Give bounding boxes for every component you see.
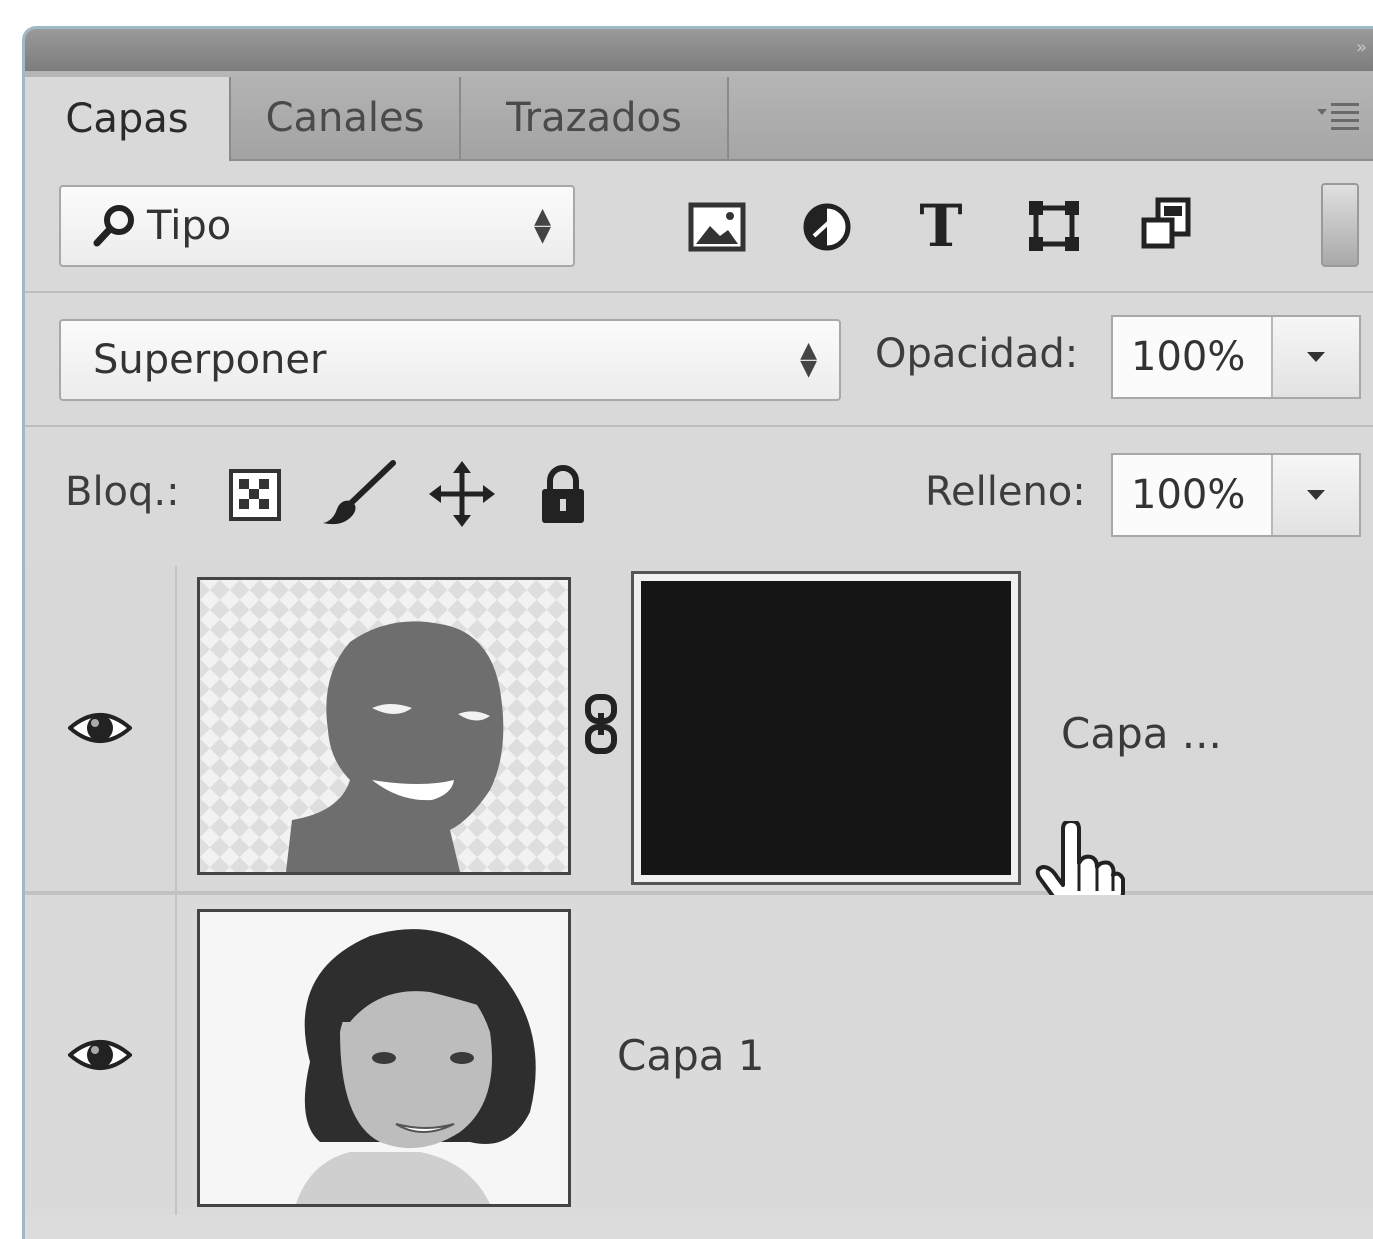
tab-trazados-label: Trazados [506,95,682,141]
filter-kind-select[interactable]: Tipo ▲ ▼ [59,185,575,267]
chevron-down-icon [1307,352,1325,362]
eye-icon [68,713,132,743]
layer-mask-frame [631,571,1021,885]
lock-row: Bloq.: Relleno: 100% [25,427,1373,567]
layers-panel: » Capas Canales Trazados Tipo ▲ ▼ T Supe… [22,26,1373,1239]
layer-row[interactable]: Capa 1 [25,895,1373,1215]
fill-field[interactable]: 100% [1111,453,1361,537]
eye-icon [68,1040,132,1070]
lock-position-icon[interactable] [427,459,497,529]
filter-row: Tipo ▲ ▼ T [25,161,1373,293]
layer-thumbnail[interactable] [197,909,571,1207]
opacity-dropdown-button[interactable] [1271,317,1359,397]
filter-kind-value: Tipo [147,203,232,249]
panel-title-bar[interactable]: » [25,29,1373,71]
search-icon [93,205,134,247]
lock-all-icon[interactable] [535,459,591,529]
smart-object-filter-icon[interactable] [1135,193,1197,255]
tab-canales-label: Canales [265,95,425,141]
blend-mode-value: Superponer [93,337,327,383]
tab-trazados[interactable]: Trazados [461,77,729,159]
opacity-label: Opacidad: [875,331,1079,377]
spinner-icon: ▲ ▼ [534,204,551,247]
blend-row: Superponer ▲ ▼ Opacidad: 100% [25,293,1373,427]
fill-dropdown-button[interactable] [1271,455,1359,535]
tab-capas-label: Capas [65,96,189,142]
fill-label: Relleno: [925,469,1086,515]
visibility-toggle[interactable] [25,565,177,891]
lock-transparent-pixels-icon[interactable] [225,465,285,525]
adjustment-filter-icon[interactable] [797,197,857,257]
spinner-icon: ▲ ▼ [800,338,817,381]
collapse-icon[interactable]: » [1356,37,1367,58]
filter-toggle-switch[interactable] [1321,183,1359,267]
fill-value[interactable]: 100% [1113,472,1271,518]
panel-menu-icon[interactable] [1315,99,1361,133]
layer-mask-thumbnail[interactable] [641,581,1011,875]
panel-tab-bar: Capas Canales Trazados [25,71,1373,161]
type-filter-icon[interactable]: T [909,191,973,261]
opacity-value[interactable]: 100% [1113,334,1271,380]
shape-filter-icon[interactable] [1023,195,1085,257]
chevron-down-icon [1307,490,1325,500]
svg-text:T: T [919,198,962,254]
link-mask-icon[interactable] [581,689,621,759]
lock-image-pixels-icon[interactable] [317,457,401,531]
lock-label: Bloq.: [65,469,180,515]
image-filter-icon[interactable] [685,197,749,257]
layer-row[interactable]: Capa ... [25,565,1373,919]
layer-thumbnail[interactable] [197,577,571,875]
layer-name[interactable]: Capa 1 [617,1031,765,1080]
visibility-toggle[interactable] [25,895,177,1215]
tab-capas[interactable]: Capas [25,77,231,161]
blend-mode-select[interactable]: Superponer ▲ ▼ [59,319,841,401]
layer-name[interactable]: Capa ... [1061,709,1222,758]
opacity-field[interactable]: 100% [1111,315,1361,399]
layers-list: Capa ... Capa 1 [25,565,1373,1239]
tab-canales[interactable]: Canales [231,77,461,159]
